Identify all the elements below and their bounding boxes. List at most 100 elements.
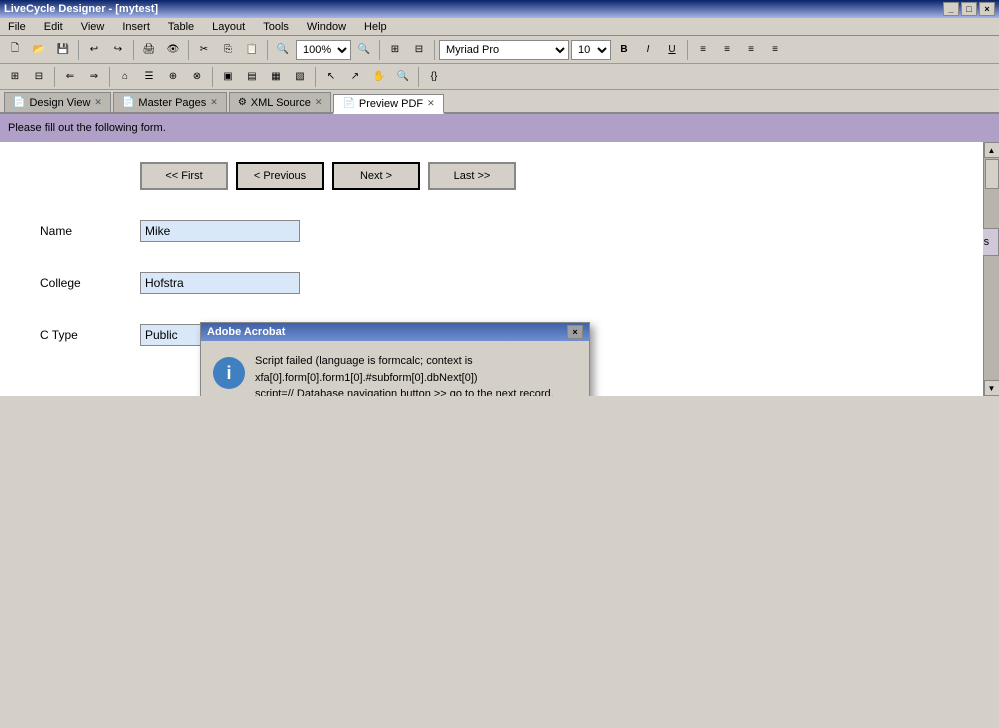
paste-btn[interactable]: 📋 — [241, 39, 263, 61]
dialog-body: i Script failed (language is formcalc; c… — [201, 341, 589, 396]
grid-btn[interactable]: ⊞ — [384, 39, 406, 61]
title-bar: LiveCycle Designer - [mytest] _ □ × — [0, 0, 999, 18]
open-btn[interactable]: 📂 — [28, 39, 50, 61]
scrollbar-right: ▲ ▼ — [983, 142, 999, 396]
tab-preview-close[interactable]: ✕ — [427, 98, 435, 109]
scroll-up-btn[interactable]: ▲ — [984, 142, 999, 158]
preview-tab-icon: 📄 — [342, 98, 354, 109]
preview-btn[interactable]: 👁 — [162, 39, 184, 61]
previous-btn[interactable]: < Previous — [236, 162, 324, 190]
menu-file[interactable]: File — [4, 20, 30, 34]
tb2-btn3[interactable]: ⇐ — [59, 66, 81, 88]
toolbar-secondary: ⊞ ⊟ ⇐ ⇒ ⌂ ☰ ⊕ ⊗ ▣ ▤ ▦ ▧ ↖ ↗ ✋ 🔍 {} — [0, 64, 999, 90]
tb2-btn9[interactable]: ▣ — [217, 66, 239, 88]
align-center-btn[interactable]: ≡ — [716, 39, 738, 61]
name-row: Name — [40, 220, 943, 242]
menu-insert[interactable]: Insert — [118, 20, 154, 34]
tb2-special-btn[interactable]: {} — [423, 66, 445, 88]
menu-help[interactable]: Help — [360, 20, 391, 34]
italic-btn[interactable]: I — [637, 39, 659, 61]
minimize-btn[interactable]: _ — [943, 2, 959, 16]
menu-window[interactable]: Window — [303, 20, 350, 34]
zoom-in-btn[interactable]: 🔍 — [353, 39, 375, 61]
copy-btn[interactable]: ⎘ — [217, 39, 239, 61]
tab-design-close[interactable]: ✕ — [94, 97, 102, 108]
first-btn[interactable]: << First — [140, 162, 228, 190]
tb2-hand-btn[interactable]: ✋ — [368, 66, 390, 88]
tab-xml-close[interactable]: ✕ — [315, 97, 323, 108]
xml-tab-icon: ⚙ — [238, 97, 247, 108]
msg-line1: Script failed (language is formcalc; con… — [255, 355, 473, 367]
tb2-btn6[interactable]: ☰ — [138, 66, 160, 88]
new-btn[interactable]: 🗋 — [4, 39, 26, 61]
sep12 — [418, 67, 419, 87]
scroll-down-btn[interactable]: ▼ — [984, 380, 999, 396]
tb2-btn4[interactable]: ⇒ — [83, 66, 105, 88]
sep8 — [54, 67, 55, 87]
zoom-out-btn[interactable]: 🔍 — [272, 39, 294, 61]
underline-btn[interactable]: U — [661, 39, 683, 61]
scroll-thumb[interactable] — [985, 159, 999, 189]
tb2-btn10[interactable]: ▤ — [241, 66, 263, 88]
dialog-message: Script failed (language is formcalc; con… — [255, 353, 577, 396]
tb2-btn2[interactable]: ⊟ — [28, 66, 50, 88]
sep7 — [687, 40, 688, 60]
close-btn[interactable]: × — [979, 2, 995, 16]
tb2-cursor-btn[interactable]: ↗ — [344, 66, 366, 88]
tabs-bar: 📄 Design View ✕ 📄 Master Pages ✕ ⚙ XML S… — [0, 90, 999, 114]
college-label: College — [40, 276, 140, 290]
bold-btn[interactable]: B — [613, 39, 635, 61]
menu-view[interactable]: View — [77, 20, 109, 34]
tab-master-close[interactable]: ✕ — [210, 97, 218, 108]
tb2-zoom-btn[interactable]: 🔍 — [392, 66, 414, 88]
tab-master[interactable]: 📄 Master Pages ✕ — [113, 92, 227, 112]
menu-edit[interactable]: Edit — [40, 20, 67, 34]
tb2-btn5[interactable]: ⌂ — [114, 66, 136, 88]
align-justify-btn[interactable]: ≡ — [764, 39, 786, 61]
title-controls: _ □ × — [943, 2, 995, 16]
sep10 — [212, 67, 213, 87]
sep6 — [434, 40, 435, 60]
name-input[interactable] — [140, 220, 300, 242]
design-tab-icon: 📄 — [13, 97, 25, 108]
maximize-btn[interactable]: □ — [961, 2, 977, 16]
scroll-track — [984, 158, 999, 380]
college-input[interactable] — [140, 272, 300, 294]
align-left-btn[interactable]: ≡ — [692, 39, 714, 61]
undo-btn[interactable]: ↩ — [83, 39, 105, 61]
tab-xml-label: XML Source — [251, 97, 311, 109]
menu-layout[interactable]: Layout — [208, 20, 249, 34]
snap-btn[interactable]: ⊟ — [408, 39, 430, 61]
tb2-btn11[interactable]: ▦ — [265, 66, 287, 88]
info-icon: i — [213, 357, 245, 389]
align-right-btn[interactable]: ≡ — [740, 39, 762, 61]
menu-tools[interactable]: Tools — [259, 20, 293, 34]
dialog-close-btn[interactable]: × — [567, 325, 583, 339]
instruction-text: Please fill out the following form. — [8, 122, 166, 134]
tb2-btn12[interactable]: ▧ — [289, 66, 311, 88]
tab-xml[interactable]: ⚙ XML Source ✕ — [229, 92, 332, 112]
sep2 — [133, 40, 134, 60]
next-btn[interactable]: Next > — [332, 162, 420, 190]
zoom-select[interactable]: 100% 75% 50% 125% 150% — [296, 40, 351, 60]
tab-design[interactable]: 📄 Design View ✕ — [4, 92, 111, 112]
last-btn[interactable]: Last >> — [428, 162, 516, 190]
print-btn[interactable]: 🖨 — [138, 39, 160, 61]
menu-table[interactable]: Table — [164, 20, 198, 34]
tb2-arrow-btn[interactable]: ↖ — [320, 66, 342, 88]
tb2-btn8[interactable]: ⊗ — [186, 66, 208, 88]
font-select[interactable]: Myriad Pro — [439, 40, 569, 60]
tab-preview[interactable]: 📄 Preview PDF ✕ — [333, 94, 443, 114]
cut-btn[interactable]: ✂ — [193, 39, 215, 61]
tb2-btn7[interactable]: ⊕ — [162, 66, 184, 88]
ctype-label: C Type — [40, 328, 140, 342]
sep5 — [379, 40, 380, 60]
fontsize-select[interactable]: 10 8 12 14 — [571, 40, 611, 60]
page-wrapper: Please fill out the following form. 🖊 Hi… — [0, 114, 999, 396]
redo-btn[interactable]: ↪ — [107, 39, 129, 61]
msg-line3: script=// Database navigation button >> … — [255, 388, 554, 396]
sep1 — [78, 40, 79, 60]
tb2-btn1[interactable]: ⊞ — [4, 66, 26, 88]
menu-bar: File Edit View Insert Table Layout Tools… — [0, 18, 999, 36]
save-btn[interactable]: 💾 — [52, 39, 74, 61]
